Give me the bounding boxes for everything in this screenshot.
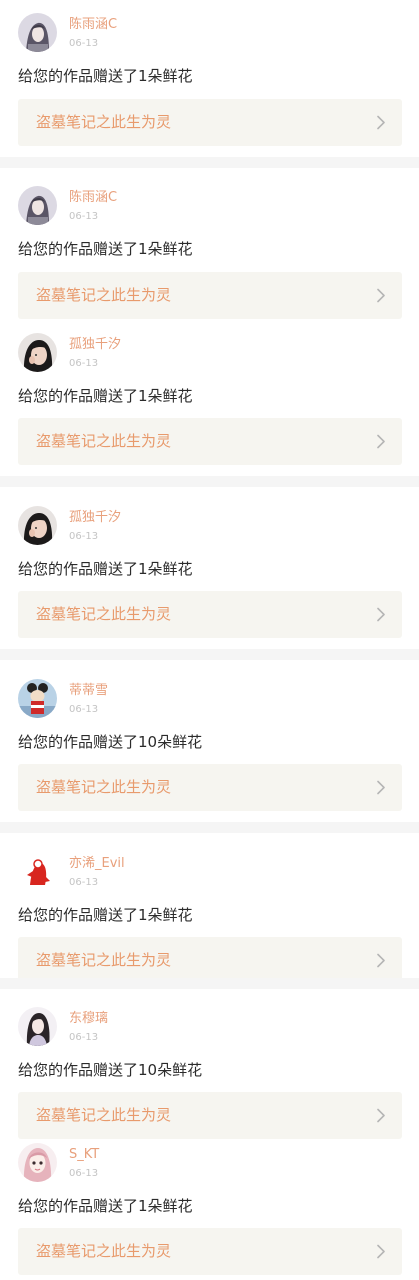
gift-message: 给您的作品赠送了10朵鲜花: [18, 733, 203, 751]
work-link[interactable]: 盗墓笔记之此生为灵: [18, 1092, 402, 1139]
work-title: 盗墓笔记之此生为灵: [36, 286, 172, 304]
work-link[interactable]: 盗墓笔记之此生为灵: [18, 937, 402, 978]
timestamp: 06-13: [69, 38, 99, 49]
username[interactable]: S_KT: [69, 1147, 99, 1163]
timestamp: 06-13: [69, 1168, 99, 1179]
gift-message: 给您的作品赠送了1朵鲜花: [18, 906, 193, 924]
gift-message: 给您的作品赠送了1朵鲜花: [18, 240, 193, 258]
timestamp: 06-13: [69, 211, 99, 222]
work-title: 盗墓笔记之此生为灵: [36, 432, 172, 450]
username[interactable]: 孤独千汐: [69, 510, 121, 526]
chevron-right-icon: [376, 953, 386, 968]
work-link[interactable]: 盗墓笔记之此生为灵: [18, 1228, 402, 1275]
chevron-right-icon: [376, 1108, 386, 1123]
work-link[interactable]: 盗墓笔记之此生为灵: [18, 272, 402, 319]
username[interactable]: 东穆璃: [69, 1011, 108, 1027]
work-link[interactable]: 盗墓笔记之此生为灵: [18, 764, 402, 811]
work-title: 盗墓笔记之此生为灵: [36, 1242, 172, 1260]
work-title: 盗墓笔记之此生为灵: [36, 113, 172, 131]
chevron-right-icon: [376, 288, 386, 303]
girl-face-avatar[interactable]: [18, 333, 57, 372]
girl-face-avatar[interactable]: [18, 506, 57, 545]
section-divider: [0, 157, 419, 168]
work-link[interactable]: 盗墓笔记之此生为灵: [18, 418, 402, 465]
username[interactable]: 陈雨涵C: [69, 190, 117, 206]
gift-message: 给您的作品赠送了1朵鲜花: [18, 560, 193, 578]
girl-hair-avatar[interactable]: [18, 13, 57, 52]
gift-message: 给您的作品赠送了1朵鲜花: [18, 387, 193, 405]
red-figure-avatar[interactable]: [18, 852, 57, 891]
dark-hair-girl-avatar[interactable]: [18, 1007, 57, 1046]
username[interactable]: 蒂蒂雪: [69, 683, 108, 699]
timestamp: 06-13: [69, 531, 99, 542]
timestamp: 06-13: [69, 1032, 99, 1043]
section-divider: [0, 978, 419, 989]
chevron-right-icon: [376, 1244, 386, 1259]
chevron-right-icon: [376, 115, 386, 130]
gift-message: 给您的作品赠送了1朵鲜花: [18, 1197, 193, 1215]
section-divider: [0, 476, 419, 487]
work-title: 盗墓笔记之此生为灵: [36, 605, 172, 623]
girl-hair-avatar[interactable]: [18, 186, 57, 225]
chevron-right-icon: [376, 780, 386, 795]
work-link[interactable]: 盗墓笔记之此生为灵: [18, 99, 402, 146]
chevron-right-icon: [376, 607, 386, 622]
mouse-figure-avatar[interactable]: [18, 679, 57, 718]
timestamp: 06-13: [69, 358, 99, 369]
timestamp: 06-13: [69, 704, 99, 715]
work-title: 盗墓笔记之此生为灵: [36, 778, 172, 796]
gift-message: 给您的作品赠送了1朵鲜花: [18, 67, 193, 85]
username[interactable]: 陈雨涵C: [69, 17, 117, 33]
username[interactable]: 孤独千汐: [69, 337, 121, 353]
section-divider: [0, 649, 419, 660]
work-title: 盗墓笔记之此生为灵: [36, 951, 172, 969]
work-title: 盗墓笔记之此生为灵: [36, 1106, 172, 1124]
section-divider: [0, 822, 419, 833]
pink-hair-girl-avatar[interactable]: [18, 1143, 57, 1182]
work-link[interactable]: 盗墓笔记之此生为灵: [18, 591, 402, 638]
chevron-right-icon: [376, 434, 386, 449]
gift-message: 给您的作品赠送了10朵鲜花: [18, 1061, 203, 1079]
timestamp: 06-13: [69, 877, 99, 888]
username[interactable]: 亦浠_Evil: [69, 856, 125, 872]
